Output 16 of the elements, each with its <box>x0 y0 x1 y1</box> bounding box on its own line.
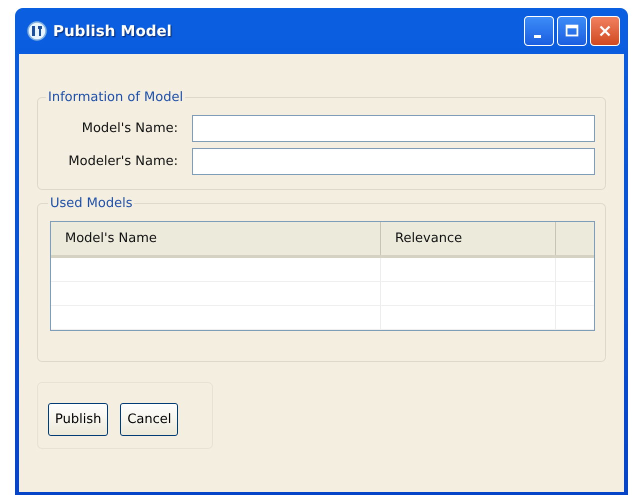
column-header[interactable]: Relevance <box>381 222 556 255</box>
field-label: Model's Name: <box>80 121 179 136</box>
input-field[interactable] <box>192 115 595 142</box>
minimize-icon <box>534 34 540 38</box>
window-title: Publish Model <box>53 22 172 40</box>
group-legend: Information of Model <box>46 90 186 105</box>
input-field[interactable] <box>192 148 595 175</box>
minimize-button[interactable] <box>524 16 554 46</box>
group-legend: Used Models <box>48 196 134 211</box>
close-button[interactable] <box>590 16 620 46</box>
dialog-button[interactable]: Publish <box>48 403 108 436</box>
column-header[interactable]: Model's Name <box>51 222 381 255</box>
dialog-button[interactable]: Cancel <box>120 403 178 436</box>
app-icon <box>27 21 47 41</box>
field-label: Modeler's Name: <box>67 154 179 169</box>
maximize-button[interactable] <box>557 16 587 46</box>
